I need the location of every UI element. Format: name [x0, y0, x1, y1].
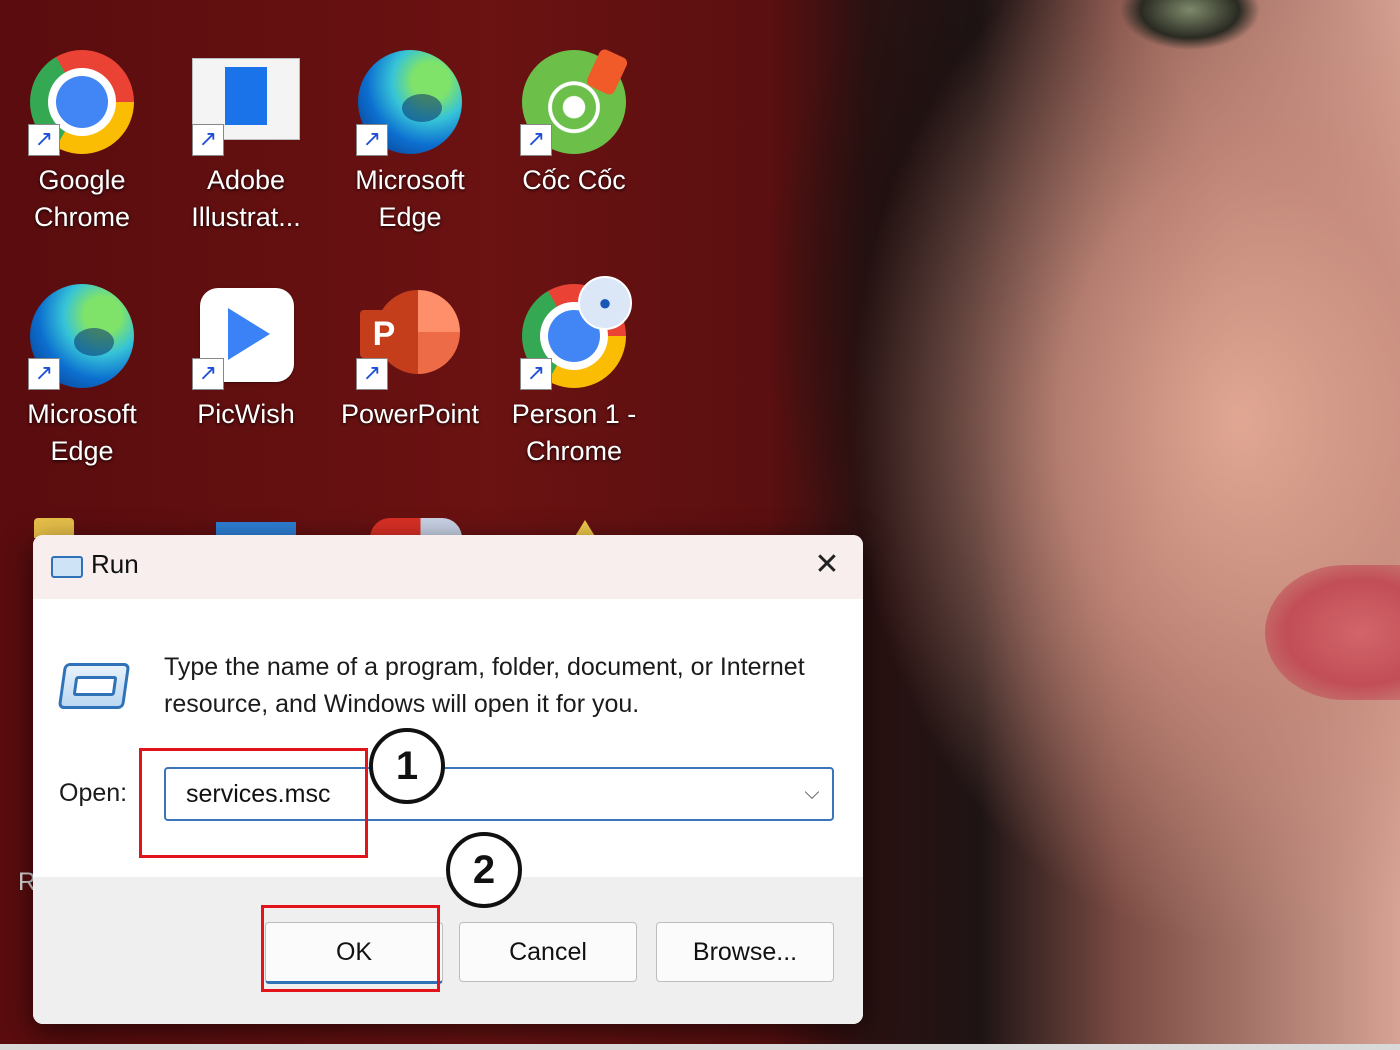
- step-2-badge: 2: [446, 832, 522, 908]
- shortcut-arrow-icon: ↗: [192, 358, 224, 390]
- desktop-icon-microsoft-edge[interactable]: ↗ Microsoft Edge: [328, 48, 492, 236]
- bottom-edge-strip: [0, 1044, 1400, 1050]
- close-button[interactable]: ✕: [807, 545, 847, 585]
- chevron-down-icon[interactable]: ⌵: [800, 781, 824, 805]
- run-program-icon: [57, 663, 131, 709]
- desktop-icon-person1-chrome[interactable]: ● ↗ Person 1 - Chrome: [492, 276, 656, 470]
- open-label: Open:: [59, 779, 128, 807]
- chrome-profile-icon: ● ↗: [520, 276, 632, 390]
- desktop-icon-label: Cốc Cốc: [522, 165, 626, 195]
- dialog-titlebar[interactable]: Run ✕: [33, 535, 863, 599]
- desktop-icon-coc-coc[interactable]: ↗ Cốc Cốc: [492, 48, 656, 199]
- run-icon: [51, 556, 83, 578]
- edge-icon: ↗: [356, 48, 464, 156]
- desktop-icon-label: Microsoft Edge: [355, 165, 465, 232]
- desktop-icon-label: Adobe Illustrat...: [191, 165, 301, 232]
- desktop-icon-label: Microsoft Edge: [27, 399, 137, 466]
- browse-button[interactable]: Browse...: [656, 922, 834, 982]
- shortcut-arrow-icon: ↗: [356, 358, 388, 390]
- person-badge-icon: ●: [578, 276, 632, 330]
- dialog-description: Type the name of a program, folder, docu…: [164, 653, 805, 718]
- shortcut-arrow-icon: ↗: [520, 358, 552, 390]
- highlight-ok-button: [261, 905, 440, 992]
- highlight-open-input: [139, 748, 368, 858]
- dialog-button-bar: OK Cancel Browse...: [33, 877, 863, 1024]
- desktop-icon-label: PicWish: [197, 399, 295, 429]
- cancel-button[interactable]: Cancel: [459, 922, 637, 982]
- edge-icon: ↗: [28, 282, 136, 390]
- desktop-icon-adobe-illustrator[interactable]: ↗ Adobe Illustrat...: [164, 48, 328, 236]
- desktop-icon-label: Person 1 - Chrome: [511, 399, 637, 466]
- desktop-icon-label: PowerPoint: [340, 399, 480, 429]
- desktop-icon-microsoft-edge-2[interactable]: ↗ Microsoft Edge: [0, 282, 164, 470]
- desktop-icon-picwish[interactable]: ↗ PicWish: [164, 282, 328, 433]
- dialog-title: Run: [91, 549, 139, 579]
- picwish-icon: ↗: [192, 282, 300, 390]
- desktop-icon-google-chrome[interactable]: ↗ Google Chrome: [0, 48, 164, 236]
- powerpoint-icon: P ↗: [356, 282, 464, 390]
- shortcut-arrow-icon: ↗: [520, 124, 552, 156]
- wallpaper-eye: [1060, 0, 1320, 70]
- shortcut-arrow-icon: ↗: [356, 124, 388, 156]
- coc-coc-icon: ↗: [520, 48, 628, 156]
- step-1-badge: 1: [369, 728, 445, 804]
- shortcut-arrow-icon: ↗: [192, 124, 224, 156]
- adobe-illustrator-icon: ↗: [192, 48, 300, 156]
- desktop-icon-label: Google Chrome: [33, 165, 131, 232]
- wallpaper-lips: [1265, 565, 1400, 700]
- chrome-icon: ↗: [28, 48, 136, 156]
- shortcut-arrow-icon: ↗: [28, 358, 60, 390]
- shortcut-arrow-icon: ↗: [28, 124, 60, 156]
- desktop-icon-powerpoint[interactable]: P ↗ PowerPoint: [328, 282, 492, 433]
